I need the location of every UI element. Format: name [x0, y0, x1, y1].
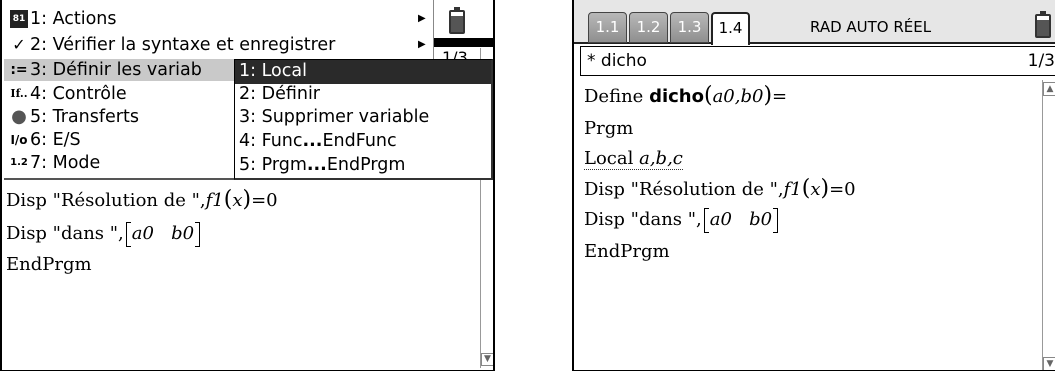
tab-1-3[interactable]: 1.3: [670, 12, 709, 43]
code-line-disp-dans: Disp "dans ", a0 b0: [584, 206, 779, 234]
right-screen: 1.1 1.2 1.3 1.4 RAD AUTO RÉEL * dicho 1/…: [572, 0, 1055, 371]
code-line-disp-dans: Disp "dans ", a0 b0: [6, 220, 201, 248]
code-line-disp-resolution: Disp "Résolution de ",f1(x)=0: [6, 187, 278, 212]
submenu-item-define[interactable]: 2: Définir: [235, 83, 491, 107]
code-line-prgm: Prgm: [584, 118, 634, 139]
scroll-down-icon[interactable]: ▼: [481, 353, 493, 366]
code-line-disp-resolution: Disp "Résolution de ",f1(x)=0: [584, 176, 856, 201]
battery-icon: [449, 7, 465, 34]
if-icon: If..: [10, 87, 28, 100]
code-line-endprgm: EndPrgm: [584, 241, 670, 262]
program-title-bar: * dicho 1/3: [580, 46, 1055, 76]
submenu-item-delete-variable[interactable]: 3: Supprimer variable: [235, 106, 491, 130]
submenu-item-func-endfunc[interactable]: 4: Func...EndFunc: [235, 130, 491, 154]
editor-scrollbar[interactable]: ▲ ▼: [1042, 80, 1055, 370]
battery-icon: [1035, 11, 1051, 38]
mode-status: RAD AUTO RÉEL: [810, 18, 932, 36]
code-line-define: Define dicho(a0,b0)=: [584, 83, 788, 108]
submenu-item-local[interactable]: 1: Local: [235, 60, 491, 84]
tab-bar: 1.1 1.2 1.3 1.4 RAD AUTO RÉEL: [574, 0, 1055, 45]
submenu-arrow-icon: ▶: [418, 39, 426, 50]
checkmark-icon: ✓: [12, 35, 26, 54]
function-name: f1: [783, 179, 802, 200]
submenu-item-prgm-endprgm[interactable]: 5: Prgm...EndPrgm: [235, 154, 491, 178]
page-indicator: 1/3: [1027, 51, 1055, 71]
file-title: * dicho: [587, 51, 647, 71]
assign-icon: :=: [10, 62, 28, 78]
submenu-arrow-icon: ▶: [418, 13, 426, 24]
function-name: f1: [205, 190, 224, 211]
code-line-endprgm: EndPrgm: [6, 254, 92, 275]
tab-1-1[interactable]: 1.1: [588, 12, 627, 43]
matrix: a0 b0: [703, 206, 779, 234]
io-icon: I/o: [10, 133, 28, 147]
tab-1-4[interactable]: 1.4: [711, 12, 750, 45]
program-name: dicho: [649, 86, 704, 107]
define-variables-submenu: 1: Local 2: Définir 3: Supprimer variabl…: [234, 59, 493, 180]
left-screen: 1/3 ▼ Disp "Résolution de ",f1(x)=0 Disp…: [0, 0, 495, 371]
mode-icon: 1.2: [10, 157, 28, 168]
scroll-up-icon[interactable]: ▲: [1043, 82, 1055, 96]
stop-icon: ●: [11, 106, 27, 127]
menu-item-check-syntax[interactable]: ✓ 2: Vérifier la syntaxe et enregistrer …: [4, 34, 433, 56]
menu-item-actions[interactable]: 81 1: Actions ▶: [4, 8, 433, 30]
calculator-icon: 81: [10, 10, 28, 28]
matrix: a0 b0: [125, 220, 201, 248]
background-header-bar: [430, 38, 493, 47]
scroll-down-icon[interactable]: ▼: [1043, 357, 1055, 370]
tab-1-2[interactable]: 1.2: [629, 12, 668, 43]
code-line-local: Local a,b,c: [584, 148, 683, 170]
